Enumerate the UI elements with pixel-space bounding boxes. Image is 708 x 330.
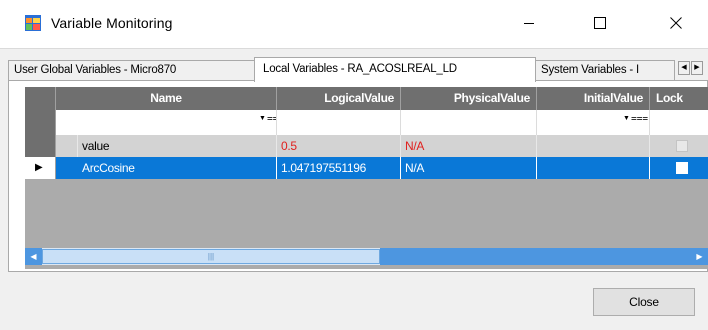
column-header-initial-value[interactable]: InitialValue	[537, 87, 650, 110]
scroll-track[interactable]	[380, 248, 691, 265]
left-arrow-icon: ◀	[30, 252, 37, 261]
lock-checkbox[interactable]	[676, 140, 688, 152]
cell-physical-value[interactable]: N/A	[401, 157, 537, 179]
filter-icon[interactable]: ⩶	[267, 113, 276, 124]
scroll-grip-icon: |||	[207, 252, 215, 261]
right-arrow-icon: ▶	[694, 64, 700, 71]
grid-empty-area	[25, 179, 708, 248]
horizontal-scrollbar[interactable]: ◀ ||| ▶	[25, 248, 708, 265]
tab-user-global-variables[interactable]: User Global Variables - Micro870	[8, 60, 255, 81]
minimize-icon	[524, 23, 534, 24]
cell-initial-value[interactable]	[537, 135, 650, 157]
row-header-filter	[25, 110, 56, 135]
column-header-lock[interactable]: Lock	[650, 87, 708, 110]
dropdown-arrow-icon[interactable]: ▼	[259, 115, 266, 122]
column-header-logical-value[interactable]: LogicalValue	[277, 87, 401, 110]
cell-physical-value[interactable]: N/A	[401, 135, 537, 157]
column-header-name[interactable]: Name	[56, 87, 277, 110]
cell-logical-value[interactable]: 0.5	[277, 135, 401, 157]
cell-lock[interactable]	[650, 135, 708, 157]
cell-initial-value[interactable]	[537, 157, 650, 179]
tab-scroll-right-button[interactable]: ▶	[691, 61, 703, 75]
filter-cell-physical-value[interactable]	[401, 110, 537, 135]
cell-logical-value[interactable]: 1.047197551196	[277, 157, 401, 179]
cell-lock[interactable]	[650, 157, 708, 179]
filter-cell-logical-value[interactable]	[277, 110, 401, 135]
close-icon	[670, 17, 682, 29]
cell-name[interactable]: ArcCosine	[78, 157, 277, 179]
filter-icon[interactable]: ⩶	[631, 113, 648, 124]
column-header-physical-value[interactable]: PhysicalValue	[401, 87, 537, 110]
filter-cell-name[interactable]: ▼ ⩶	[56, 110, 277, 135]
minimize-button[interactable]	[506, 0, 552, 46]
tab-system-variables[interactable]: System Variables - I	[535, 60, 675, 81]
filter-cell-lock[interactable]	[650, 110, 708, 135]
close-button[interactable]: Close	[593, 288, 695, 316]
cell-name[interactable]: value	[78, 135, 277, 157]
title-bar: Variable Monitoring	[0, 0, 708, 48]
maximize-icon	[594, 17, 606, 29]
tab-strip: User Global Variables - Micro870 Local V…	[8, 57, 703, 82]
scroll-right-button[interactable]: ▶	[691, 248, 708, 265]
dropdown-arrow-icon[interactable]: ▼	[623, 115, 630, 122]
window-title: Variable Monitoring	[51, 15, 173, 31]
row-header[interactable]	[25, 135, 56, 157]
current-row-indicator-icon: ▶	[35, 162, 43, 173]
right-arrow-icon: ▶	[696, 252, 703, 261]
variables-grid: Name LogicalValue PhysicalValue InitialV…	[25, 87, 708, 269]
tab-local-variables[interactable]: Local Variables - RA_ACOSLREAL_LD	[254, 57, 536, 82]
close-window-button[interactable]	[653, 0, 699, 46]
left-arrow-icon: ◀	[681, 64, 687, 71]
lock-checkbox[interactable]	[676, 162, 688, 174]
corner-header-cell	[25, 87, 56, 110]
windows-form-icon	[25, 15, 41, 31]
filter-cell-initial-value[interactable]: ▼ ⩶	[537, 110, 650, 135]
row-spacer	[56, 135, 78, 157]
maximize-button[interactable]	[577, 0, 623, 46]
scroll-thumb[interactable]: |||	[42, 249, 380, 264]
row-spacer	[56, 157, 78, 179]
row-header-current[interactable]: ▶	[25, 157, 56, 179]
scroll-left-button[interactable]: ◀	[25, 248, 42, 265]
tab-scroll-left-button[interactable]: ◀	[678, 61, 690, 75]
